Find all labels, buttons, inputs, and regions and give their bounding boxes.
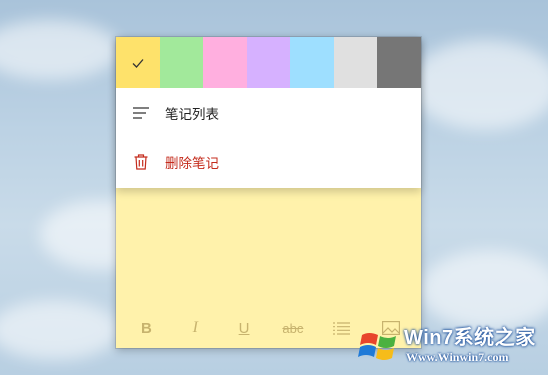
watermark-url: Www.Winwin7.com	[406, 350, 509, 364]
color-swatch-gray[interactable]	[333, 37, 378, 88]
color-swatch-yellow[interactable]	[116, 37, 160, 88]
color-swatch-blue[interactable]	[290, 37, 334, 88]
site-watermark: Win7系统之家 Www.Winwin7.com	[354, 319, 542, 371]
checkmark-icon	[132, 58, 144, 68]
notes-list-item[interactable]: 笔记列表	[116, 88, 421, 137]
sticky-note[interactable]: 笔记列表 删除笔记 B I U abc	[116, 37, 422, 348]
windows-logo-icon	[358, 333, 396, 360]
delete-note-label: 删除笔记	[165, 155, 219, 172]
watermark-title: Win7系统之家	[404, 327, 536, 349]
notes-list-label: 笔记列表	[165, 106, 219, 123]
color-swatches	[116, 37, 422, 88]
cloud	[0, 20, 120, 80]
bold-button[interactable]: B	[129, 314, 163, 342]
color-swatch-green[interactable]	[159, 37, 204, 88]
cloud	[410, 40, 548, 130]
color-swatch-pink[interactable]	[203, 37, 247, 88]
italic-button[interactable]: I	[178, 314, 212, 342]
cloud	[420, 250, 548, 330]
strikethrough-button[interactable]: abc	[276, 314, 310, 342]
color-swatch-purple[interactable]	[246, 37, 291, 88]
trash-icon	[132, 153, 150, 171]
color-swatch-charcoal[interactable]	[377, 37, 422, 88]
list-icon	[132, 104, 150, 122]
underline-button[interactable]: U	[227, 314, 261, 342]
delete-note-item[interactable]: 删除笔记	[116, 137, 421, 186]
note-menu: 笔记列表 删除笔记	[116, 37, 422, 188]
cloud	[0, 300, 120, 360]
bullet-list-icon	[333, 321, 351, 335]
